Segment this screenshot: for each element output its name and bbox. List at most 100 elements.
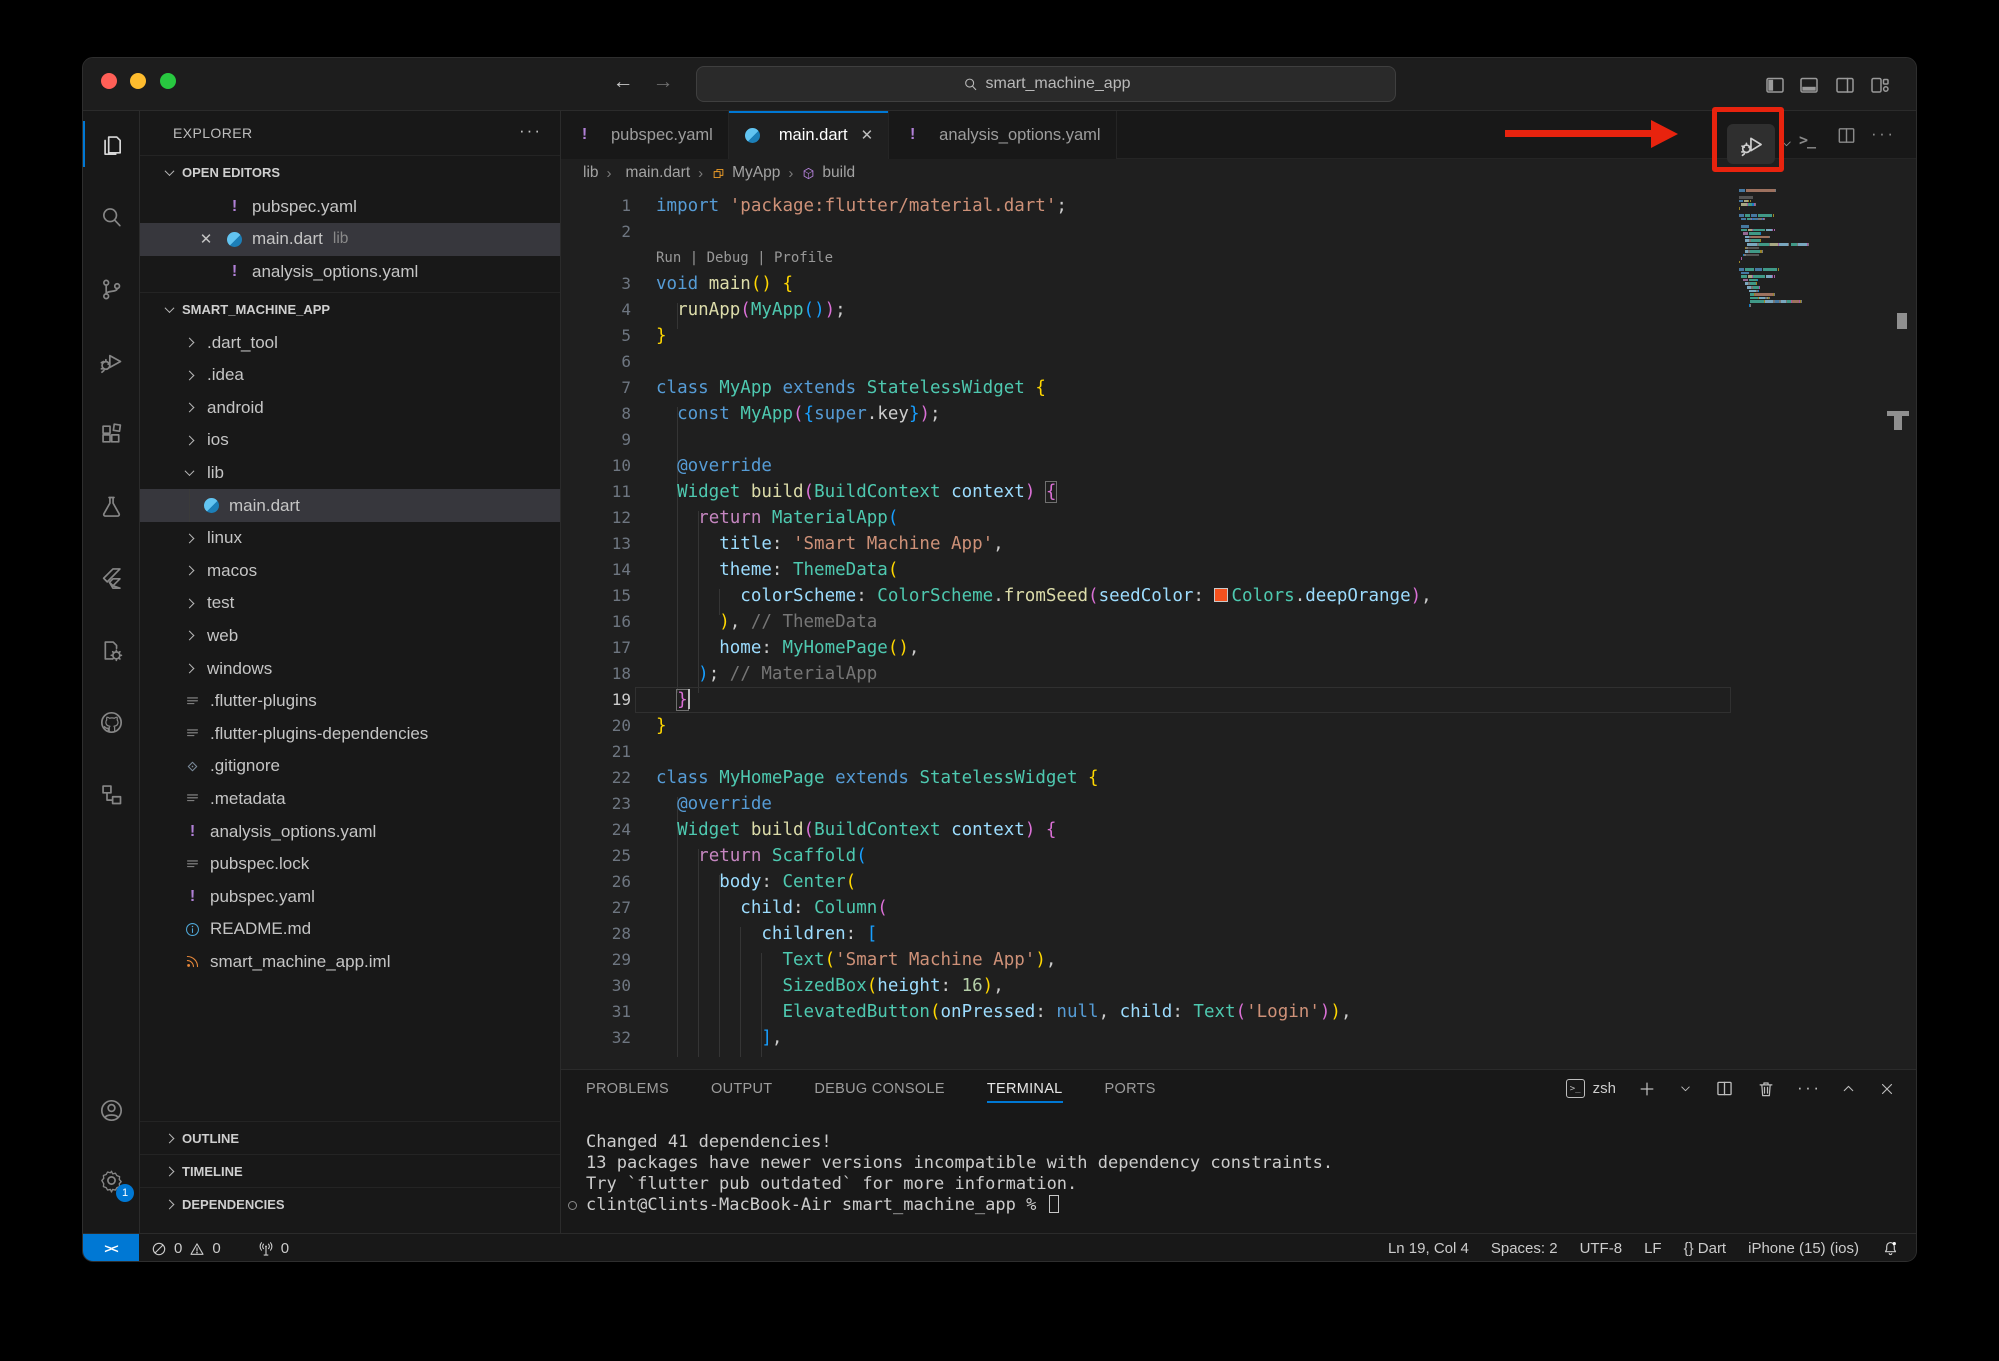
tree-item-web[interactable]: web [140, 619, 560, 652]
activity-testing[interactable] [83, 482, 140, 530]
terminal-output[interactable]: Changed 41 dependencies!13 packages have… [586, 1132, 1333, 1216]
activity-github[interactable] [83, 699, 140, 747]
section-outline[interactable]: OUTLINE [140, 1121, 560, 1154]
terminal-line: Changed 41 dependencies! [586, 1132, 1333, 1153]
open-editor-main.dart[interactable]: ✕main.dartlib [140, 223, 560, 256]
code-text: @override [656, 791, 772, 817]
tree-item-.idea[interactable]: .idea [140, 359, 560, 392]
problems-status[interactable]: 0 0 [139, 1234, 232, 1262]
indentation-status[interactable]: Spaces: 2 [1480, 1240, 1569, 1257]
activity-extensions[interactable] [83, 410, 140, 458]
tree-item-linux[interactable]: linux [140, 522, 560, 555]
code-line: 18 ); // MaterialApp [561, 661, 1739, 687]
rss-icon [184, 953, 201, 970]
activity-run-debug[interactable] [83, 338, 140, 386]
line-number: 10 [561, 453, 631, 479]
minimap[interactable] [1739, 189, 1849, 308]
activity-source-control[interactable] [83, 265, 140, 313]
project-root-header[interactable]: SMART_MACHINE_APP [140, 292, 560, 325]
terminal-prompt-line[interactable]: clint@Clints-MacBook-Air smart_machine_a… [586, 1195, 1333, 1216]
forward-arrow-icon[interactable]: → [648, 70, 678, 94]
encoding-status[interactable]: UTF-8 [1569, 1240, 1634, 1257]
cursor-position-status[interactable]: Ln 19, Col 4 [1377, 1240, 1480, 1257]
tree-item-ios[interactable]: ios [140, 424, 560, 457]
breadcrumb-build[interactable]: build [801, 164, 855, 182]
tree-item-android[interactable]: android [140, 391, 560, 424]
breadcrumb[interactable]: lib›main.dart›MyApp›build [583, 159, 855, 187]
tree-item-.metadata[interactable]: .metadata [140, 782, 560, 815]
activity-hierarchy[interactable] [83, 771, 140, 819]
open-editors-header[interactable]: OPEN EDITORS [140, 155, 560, 188]
layout-sidebar-right-icon[interactable] [1833, 73, 1857, 97]
code-editor[interactable]: 1import 'package:flutter/material.dart';… [561, 187, 1739, 1069]
tree-item-analysis_options.yaml[interactable]: !analysis_options.yaml [140, 815, 560, 848]
tab-analysis_options.yaml[interactable]: !analysis_options.yaml [889, 111, 1116, 159]
terminal-instance-zsh[interactable]: >_zsh [1566, 1079, 1616, 1098]
yaml-file-icon: ! [904, 127, 921, 144]
split-editor-icon[interactable] [1835, 124, 1858, 147]
activity-settings-gear[interactable]: 1 [83, 1156, 140, 1204]
code-line: 6 [561, 349, 1739, 375]
breadcrumb-lib[interactable]: lib [583, 164, 599, 182]
new-terminal-button[interactable] [1637, 1079, 1657, 1099]
remote-indicator[interactable]: >< [83, 1234, 139, 1263]
close-window-button[interactable] [101, 73, 117, 89]
command-center-search[interactable]: smart_machine_app [696, 66, 1396, 102]
close-tab-icon[interactable]: ✕ [861, 126, 874, 144]
layout-sidebar-icon[interactable] [1763, 73, 1787, 97]
maximize-window-button[interactable] [160, 73, 176, 89]
split-terminal-button[interactable] [1714, 1078, 1735, 1099]
open-terminal-icon[interactable]: >_ [1799, 131, 1815, 149]
more-actions-icon[interactable]: ··· [519, 121, 542, 141]
layout-customize-icon[interactable] [1868, 73, 1892, 97]
tree-item-windows[interactable]: windows [140, 652, 560, 685]
panel-tab-output[interactable]: OUTPUT [711, 1070, 772, 1107]
maximize-panel-button[interactable] [1840, 1080, 1857, 1097]
kill-terminal-button[interactable] [1756, 1079, 1776, 1099]
tree-item-main.dart[interactable]: main.dart [140, 489, 560, 522]
breadcrumb-MyApp[interactable]: MyApp [711, 164, 780, 182]
notifications-bell-icon[interactable] [1870, 1239, 1916, 1258]
section-timeline[interactable]: TIMELINE [140, 1154, 560, 1187]
tree-item-.gitignore[interactable]: .gitignore [140, 750, 560, 783]
tab-main.dart[interactable]: main.dart✕ [729, 111, 889, 159]
tree-item-macos[interactable]: macos [140, 554, 560, 587]
language-mode-status[interactable]: {} Dart [1673, 1240, 1738, 1257]
ports-status[interactable]: 0 [246, 1234, 300, 1262]
panel-tab-problems[interactable]: PROBLEMS [586, 1070, 669, 1107]
tree-item-.flutter-plugins-dependencies[interactable]: .flutter-plugins-dependencies [140, 717, 560, 750]
activity-file-gear[interactable] [83, 626, 140, 674]
code-text: Widget build(BuildContext context) { [656, 817, 1056, 843]
terminal-dropdown-icon[interactable] [1678, 1081, 1693, 1096]
minimize-window-button[interactable] [130, 73, 146, 89]
device-selector-status[interactable]: iPhone (15) (ios) [1737, 1240, 1870, 1257]
back-arrow-icon[interactable]: ← [608, 70, 638, 94]
open-editor-analysis_options.yaml[interactable]: !analysis_options.yaml [140, 255, 560, 288]
tree-item-pubspec.yaml[interactable]: !pubspec.yaml [140, 880, 560, 913]
open-editor-pubspec.yaml[interactable]: !pubspec.yaml [140, 190, 560, 223]
close-editor-icon[interactable]: ✕ [198, 230, 214, 248]
panel-tab-terminal[interactable]: TERMINAL [987, 1070, 1063, 1107]
tree-item-lib[interactable]: lib [140, 456, 560, 489]
tree-item-.dart_tool[interactable]: .dart_tool [140, 326, 560, 359]
tree-item-.flutter-plugins[interactable]: .flutter-plugins [140, 685, 560, 718]
tree-item-test[interactable]: test [140, 587, 560, 620]
activity-account[interactable] [83, 1086, 140, 1134]
activity-flutter[interactable] [83, 554, 140, 602]
panel-tab-debug-console[interactable]: DEBUG CONSOLE [814, 1070, 944, 1107]
section-dependencies[interactable]: DEPENDENCIES [140, 1187, 560, 1220]
tree-item-README.md[interactable]: README.md [140, 913, 560, 946]
tree-item-smart_machine_app.iml[interactable]: smart_machine_app.iml [140, 945, 560, 978]
codelens-run-debug-profile[interactable]: Run | Debug | Profile [656, 245, 833, 271]
panel-more-actions[interactable]: ··· [1797, 1078, 1819, 1100]
layout-panel-icon[interactable] [1797, 73, 1821, 97]
breadcrumb-main.dart[interactable]: main.dart [620, 164, 691, 182]
eol-status[interactable]: LF [1633, 1240, 1673, 1257]
more-actions-icon[interactable]: ··· [1871, 124, 1895, 144]
close-panel-button[interactable] [1878, 1080, 1896, 1098]
activity-files[interactable] [83, 121, 140, 169]
panel-tab-ports[interactable]: PORTS [1105, 1070, 1156, 1107]
activity-search[interactable] [83, 193, 140, 241]
tree-item-pubspec.lock[interactable]: pubspec.lock [140, 848, 560, 881]
tab-pubspec.yaml[interactable]: !pubspec.yaml [561, 111, 729, 159]
